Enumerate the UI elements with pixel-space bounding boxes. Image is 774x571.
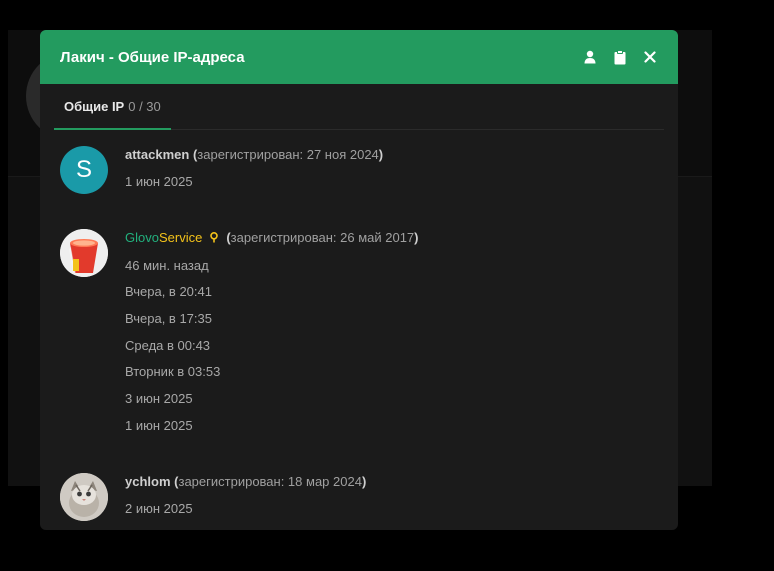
username-link[interactable]: ychlom bbox=[125, 474, 171, 489]
login-date: Вчера, в 20:41 bbox=[125, 284, 212, 299]
login-date: 2 июн 2025 bbox=[125, 501, 193, 516]
tab-shared-ip[interactable]: Общие IP 0 / 30 bbox=[54, 84, 171, 130]
registration-info: (зарегистрирован: 18 мар 2024) bbox=[174, 474, 367, 489]
login-date: Вторник в 03:53 bbox=[125, 364, 221, 379]
modal-title: Лакич - Общие IP-адреса bbox=[60, 48, 245, 66]
clipboard-icon[interactable] bbox=[612, 49, 628, 65]
login-date: Среда в 00:43 bbox=[125, 338, 211, 353]
tab-count: 0 / 30 bbox=[128, 98, 161, 114]
registration-info: (зарегистрирован: 26 май 2017) bbox=[226, 230, 419, 245]
avatar[interactable] bbox=[60, 229, 108, 277]
tab-label: Общие IP bbox=[64, 98, 125, 114]
header-actions bbox=[582, 49, 658, 65]
shared-ip-modal: Лакич - Общие IP-адреса Общие IP 0 / 30 … bbox=[40, 30, 678, 530]
login-date: 46 мин. назад bbox=[125, 258, 209, 273]
avatar[interactable]: S bbox=[60, 146, 108, 194]
user-line: attackmen (зарегистрирован: 27 ноя 2024) bbox=[125, 147, 383, 162]
modal-header: Лакич - Общие IP-адреса bbox=[40, 30, 678, 84]
user-icon[interactable] bbox=[582, 49, 598, 65]
login-date: 3 июн 2025 bbox=[125, 391, 193, 406]
login-date: Вчера, в 17:35 bbox=[125, 311, 212, 326]
username-link[interactable]: GlovoService bbox=[125, 230, 202, 245]
avatar[interactable] bbox=[60, 473, 108, 521]
user-line: GlovoService (зарегистрирован: 26 май 20… bbox=[125, 230, 419, 245]
tab-bar: Общие IP 0 / 30 bbox=[54, 84, 664, 130]
user-line: ychlom (зарегистрирован: 18 мар 2024) bbox=[125, 474, 366, 489]
registration-info: (зарегистрирован: 27 ноя 2024) bbox=[192, 147, 384, 162]
location-pin-icon bbox=[210, 232, 219, 243]
close-icon[interactable] bbox=[642, 49, 658, 65]
login-date: 1 июн 2025 bbox=[125, 174, 193, 189]
login-date: 1 июн 2025 bbox=[125, 418, 193, 433]
username-link[interactable]: attackmen bbox=[125, 147, 189, 162]
